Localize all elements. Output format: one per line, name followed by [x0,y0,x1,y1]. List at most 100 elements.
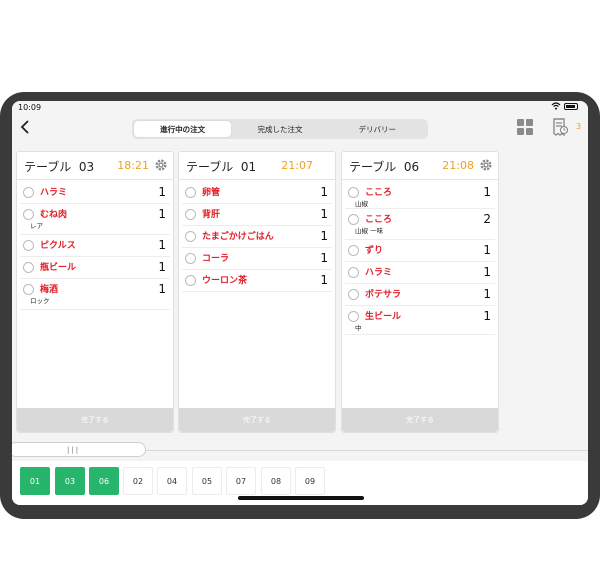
tab-table-09[interactable]: 09 [295,467,325,495]
gear-icon[interactable] [154,158,168,172]
tab-table-06[interactable]: 06 [89,467,119,495]
table-title: テーブル 01 [186,160,257,174]
wifi-icon [551,102,561,110]
check-radio[interactable] [348,187,359,198]
list-item[interactable]: 背肝 1 [182,204,332,226]
status-icons [551,102,578,110]
list-item[interactable]: ピクルス 1 [20,235,170,257]
check-radio[interactable] [23,240,34,251]
item-qty: 1 [320,273,328,287]
grid-view-icon[interactable] [517,119,533,135]
item-name: ハラミ [40,188,68,198]
segment-completed[interactable]: 完成した注文 [231,121,328,137]
item-qty: 1 [158,207,166,221]
item-note: レア [30,222,43,230]
complete-button[interactable]: 完了する [342,408,498,432]
list-item[interactable]: ハラミ 1 [345,262,495,284]
item-qty: 1 [320,229,328,243]
check-radio[interactable] [348,289,359,300]
item-qty: 1 [483,265,491,279]
list-item[interactable]: こころ 山椒 1 [345,182,495,209]
check-radio[interactable] [23,209,34,220]
order-time: 18:21 [117,159,149,172]
item-qty: 1 [158,282,166,296]
item-name: コーラ [202,254,230,264]
item-name: 瓶ビール [40,263,77,273]
order-card-table-01: テーブル 01 21:07 卵管 1 背肝 1 たまごかけごはん 1 コーラ 1… [178,151,336,433]
check-radio[interactable] [185,253,196,264]
tab-table-05[interactable]: 05 [192,467,222,495]
scroll-handle[interactable]: ||| [12,442,146,457]
check-radio[interactable] [185,231,196,242]
complete-button[interactable]: 完了する [179,408,335,432]
item-name: ポテサラ [365,290,402,300]
segment-in-progress[interactable]: 進行中の注文 [134,121,232,137]
item-qty: 1 [158,260,166,274]
order-items: ハラミ 1 むね肉 レア 1 ピクルス 1 瓶ビール 1 梅酒 ロック 1 [20,182,170,310]
order-card-table-06: テーブル 06 21:08 こころ 山椒 1 こころ 山椒 一味 2 ずり 1 … [341,151,499,433]
status-time: 10:09 [18,103,42,112]
list-item[interactable]: 卵管 1 [182,182,332,204]
card-header: テーブル 03 18:21 [17,152,173,180]
tab-table-04[interactable]: 04 [157,467,187,495]
segment-delivery[interactable]: デリバリー [329,121,426,137]
item-name: 梅酒 [40,285,59,295]
tab-table-07[interactable]: 07 [226,467,256,495]
item-name: ハラミ [365,268,393,278]
card-header: テーブル 06 21:08 [342,152,498,180]
item-name: 生ビール [365,312,402,322]
order-time: 21:07 [281,159,313,172]
complete-button[interactable]: 完了する [17,408,173,432]
card-header: テーブル 01 21:07 [179,152,335,180]
item-qty: 1 [158,185,166,199]
list-item[interactable]: ウーロン茶 1 [182,270,332,292]
receipt-clock-icon[interactable] [552,118,568,136]
home-indicator [238,496,364,500]
check-radio[interactable] [185,275,196,286]
list-item[interactable]: 瓶ビール 1 [20,257,170,279]
back-button[interactable] [20,120,36,138]
check-radio[interactable] [348,245,359,256]
item-note: 山椒 [355,200,368,208]
list-item[interactable]: ずり 1 [345,240,495,262]
list-item[interactable]: こころ 山椒 一味 2 [345,209,495,240]
status-bar: 10:09 [12,101,588,115]
order-card-table-03: テーブル 03 18:21 ハラミ 1 むね肉 レア 1 ピクルス 1 瓶ビール… [16,151,174,433]
top-bar: 進行中の注文 完成した注文 デリバリー 3 [12,115,588,145]
tab-table-08[interactable]: 08 [261,467,291,495]
order-status-segmented-control: 進行中の注文 完成した注文 デリバリー [132,119,428,139]
list-item[interactable]: 生ビール 中 1 [345,306,495,335]
check-radio[interactable] [23,187,34,198]
item-qty: 1 [483,287,491,301]
check-radio[interactable] [23,262,34,273]
check-radio[interactable] [185,209,196,220]
item-name: むね肉 [40,210,68,220]
check-radio[interactable] [348,214,359,225]
tab-table-01[interactable]: 01 [20,467,50,495]
list-item[interactable]: ポテサラ 1 [345,284,495,306]
check-radio[interactable] [348,311,359,322]
list-item[interactable]: 梅酒 ロック 1 [20,279,170,310]
item-qty: 2 [483,212,491,226]
check-radio[interactable] [23,284,34,295]
item-name: たまごかけごはん [202,232,274,242]
item-name: 卵管 [202,188,221,198]
pending-receipt-count: 3 [576,122,582,131]
item-qty: 1 [483,243,491,257]
list-item[interactable]: ハラミ 1 [20,182,170,204]
battery-icon [564,102,578,110]
gear-icon[interactable] [479,158,493,172]
list-item[interactable]: コーラ 1 [182,248,332,270]
item-name: 背肝 [202,210,221,220]
table-title: テーブル 03 [24,160,95,174]
item-note: 山椒 一味 [355,227,384,235]
check-radio[interactable] [348,267,359,278]
tab-table-02[interactable]: 02 [123,467,153,495]
list-item[interactable]: むね肉 レア 1 [20,204,170,235]
item-qty: 1 [483,309,491,323]
check-radio[interactable] [185,187,196,198]
item-qty: 1 [483,185,491,199]
list-item[interactable]: たまごかけごはん 1 [182,226,332,248]
tab-table-03[interactable]: 03 [55,467,85,495]
app-screen: 10:09 進行中の注文 完成した注文 デリバリー 3 テーブル 03 18:2… [12,101,588,505]
